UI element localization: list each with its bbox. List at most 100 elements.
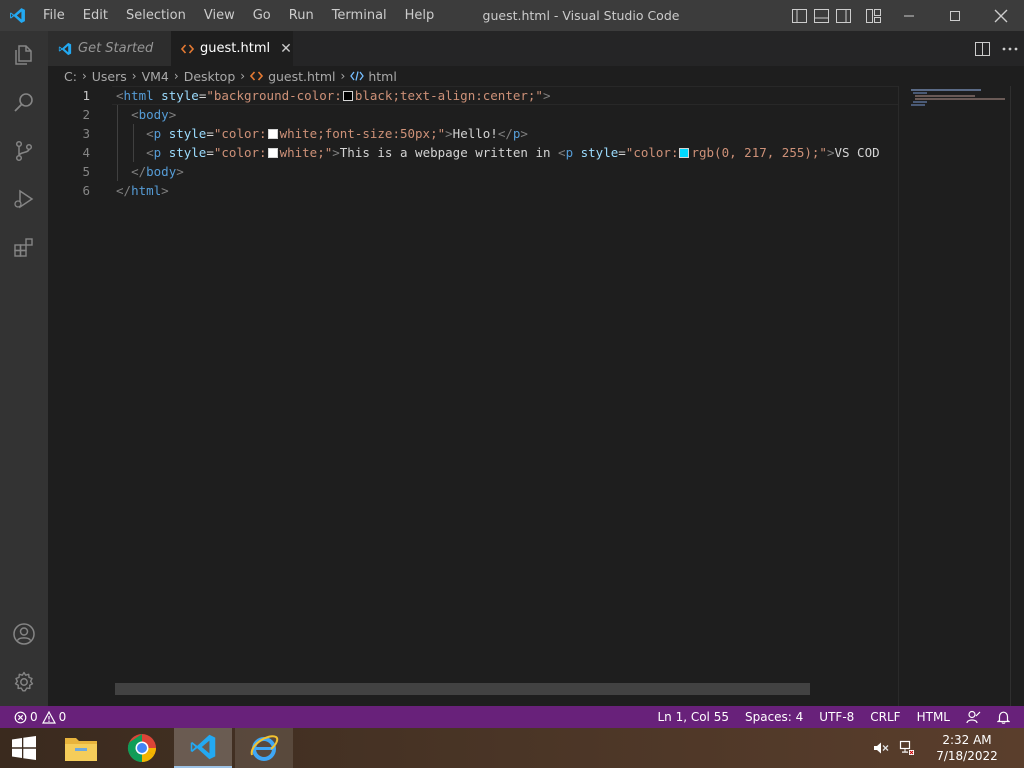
breadcrumb-item[interactable]: VM4 [142,69,169,84]
minimize-icon[interactable] [886,0,932,31]
code-line-1[interactable]: <html style="background-color: black;text… [116,86,898,105]
minimap-line [911,104,925,106]
editor-tab-bar: Get Started guest.html ✕ [48,31,1024,66]
feedback-icon[interactable] [958,710,989,724]
token-tag: p [153,145,162,160]
token-text: This is a webpage written in [339,145,559,160]
notifications-bell-icon[interactable] [989,710,1018,724]
toggle-primary-sidebar-icon[interactable] [788,0,810,31]
maximize-icon[interactable] [932,0,978,31]
minimap-line [913,92,927,94]
minimap-line [915,98,1005,100]
volume-muted-icon[interactable] [868,728,894,768]
menu-run[interactable]: Run [280,0,323,31]
menu-file[interactable]: File [34,0,74,31]
token-string: rgb(0, 217, 255);" [691,145,827,160]
menu-selection[interactable]: Selection [117,0,195,31]
token-bracket: < [146,126,154,141]
clock-time: 2:32 AM [942,733,992,747]
tab-guest-html[interactable]: guest.html ✕ [171,31,293,66]
search-icon[interactable] [0,79,48,127]
end-of-line[interactable]: CRLF [862,706,908,728]
code-line-5[interactable]: </body> [116,162,898,181]
chevron-right-icon: › [81,69,87,83]
token-attribute: style [168,145,207,160]
color-swatch-white[interactable] [267,129,278,139]
more-actions-icon[interactable] [996,31,1024,66]
chevron-right-icon: › [131,69,137,83]
run-and-debug-icon[interactable] [0,175,48,223]
warning-icon [41,710,56,724]
color-swatch-cyan[interactable] [679,148,690,158]
toggle-panel-icon[interactable] [810,0,832,31]
breadcrumb-file[interactable]: guest.html [250,68,336,84]
explorer-icon[interactable] [0,31,48,79]
clock[interactable]: 2:32 AM 7/18/2022 [920,732,1024,764]
status-bar-right: Ln 1, Col 55 Spaces: 4 UTF-8 CRLF HTML [649,706,1018,728]
token-bracket: > [161,183,169,198]
source-control-icon[interactable] [0,127,48,175]
window-controls [886,0,1024,31]
accounts-icon[interactable] [0,610,48,658]
cursor-position[interactable]: Ln 1, Col 55 [649,706,737,728]
token-string: "color: [213,126,267,141]
color-swatch-black[interactable] [342,91,353,101]
breadcrumb-item[interactable]: Users [92,69,127,84]
toggle-secondary-sidebar-icon[interactable] [832,0,854,31]
code-editor[interactable]: 1 2 3 4 5 6 <html style="background-colo… [48,86,898,695]
close-window-icon[interactable] [978,0,1024,31]
horizontal-scrollbar[interactable] [115,683,810,695]
problems-indicator[interactable]: 0 0 [0,710,66,724]
tab-label: Get Started [78,41,154,56]
split-editor-icon[interactable] [968,31,996,66]
minimap[interactable] [898,86,1010,706]
vscode-taskbar-icon[interactable] [174,728,232,768]
line-number: 5 [82,164,90,179]
breadcrumb-item[interactable]: C: [64,69,77,84]
tab-get-started[interactable]: Get Started [48,31,171,66]
code-line-3[interactable]: <p style="color: white;font-size:50px;">H… [116,124,898,143]
menu-terminal[interactable]: Terminal [323,0,396,31]
settings-gear-icon[interactable] [0,658,48,706]
line-number: 1 [82,88,90,103]
windows-start-icon[interactable] [0,728,48,768]
token-tag: html [131,183,162,198]
error-count: 0 [30,710,38,724]
token-bracket: > [176,164,184,179]
customize-layout-icon[interactable] [862,0,884,31]
breadcrumb-item[interactable]: Desktop [184,69,236,84]
chevron-right-icon: › [340,69,346,83]
title-bar: File Edit Selection View Go Run Terminal… [0,0,1024,31]
file-explorer-taskbar-icon[interactable] [52,728,110,768]
token-text: VS COD [834,145,880,160]
breadcrumb-item: guest.html [268,68,336,84]
menu-help[interactable]: Help [396,0,444,31]
code-line-6[interactable]: </html> [116,181,898,200]
extensions-icon[interactable] [0,223,48,271]
close-tab-icon[interactable]: ✕ [280,41,292,57]
menu-go[interactable]: Go [244,0,280,31]
internet-explorer-taskbar-icon[interactable] [235,728,293,768]
token-equals: = [206,145,214,160]
indentation[interactable]: Spaces: 4 [737,706,811,728]
menu-view[interactable]: View [195,0,244,31]
vscode-logo-icon [0,0,34,31]
color-swatch-white[interactable] [267,148,278,158]
network-icon[interactable] [894,728,920,768]
token-tag: p [565,145,574,160]
line-number-gutter: 1 2 3 4 5 6 [48,86,98,200]
code-line-2[interactable]: <body> [116,105,898,124]
code-line-4[interactable]: <p style="color: white;">This is a webpag… [116,143,898,162]
chrome-taskbar-icon[interactable] [113,728,171,768]
breadcrumb-symbol[interactable]: html [350,69,397,84]
html-file-icon [250,71,264,81]
token-bracket: > [542,88,551,103]
language-mode[interactable]: HTML [909,706,958,728]
chevron-right-icon: › [173,69,179,83]
tab-label: guest.html [200,41,271,56]
menu-edit[interactable]: Edit [74,0,117,31]
line-number: 3 [82,126,90,141]
status-bar: 0 0 Ln 1, Col 55 Spaces: 4 UTF-8 CRLF HT… [0,706,1024,728]
encoding[interactable]: UTF-8 [811,706,862,728]
system-tray: 2:32 AM 7/18/2022 [868,728,1024,768]
